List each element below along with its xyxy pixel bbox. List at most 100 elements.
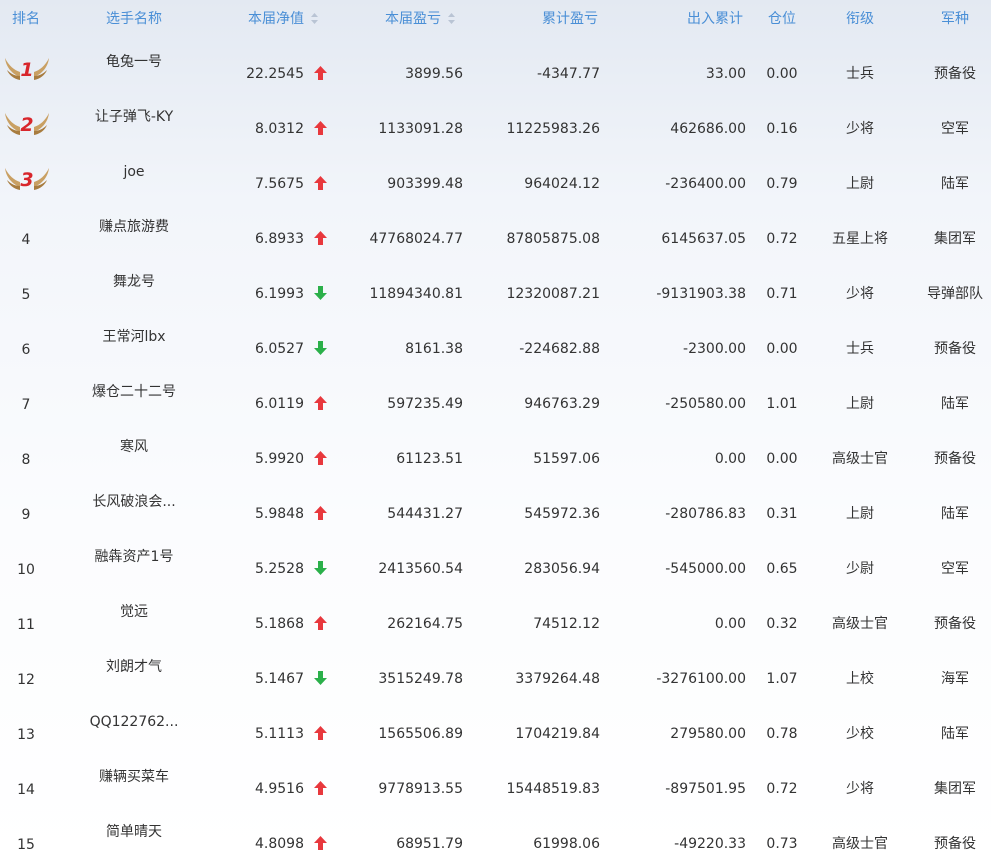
player-name[interactable]: joe [123,163,144,181]
flow-value: -897501.95 [665,781,746,797]
column-header-rank[interactable]: 排名 [12,10,40,28]
player-name[interactable]: 寒风 [120,438,148,456]
rank-number: 14 [17,782,35,798]
player-name[interactable]: 龟兔一号 [106,53,162,71]
level-value: 上尉 [846,176,874,192]
table-row[interactable]: 5 舞龙号 6.1993 11894340.81 12320087.21 -9131903… [0,262,991,317]
level-value: 高级士官 [832,616,888,632]
level-value: 少尉 [846,561,874,577]
arrow-down-icon [314,671,327,685]
level-value: 上尉 [846,396,874,412]
player-name[interactable]: 赚辆买菜车 [99,768,169,786]
position-value: 0.79 [766,176,798,192]
total-profit-value: 12320087.21 [506,286,600,302]
column-header-profit-label: 本届盈亏 [385,11,441,27]
branch-value: 预备役 [934,836,976,852]
total-profit-value: 61998.06 [533,836,600,852]
net-value: 6.1993 [255,286,304,302]
position-value: 0.00 [766,66,798,82]
player-name[interactable]: 王常河lbx [102,328,165,346]
column-header-net-value-label: 本届净值 [248,11,304,27]
rank-number: 6 [21,342,31,358]
player-name[interactable]: 觉远 [120,603,148,621]
arrow-up-icon [314,176,327,190]
flow-value: -250580.00 [665,396,746,412]
net-value: 5.2528 [255,561,304,577]
position-value: 0.00 [766,341,798,357]
column-header-flow[interactable]: 出入累计 [687,10,743,28]
net-value: 5.9848 [255,506,304,522]
total-profit-value: 964024.12 [524,176,600,192]
player-name[interactable]: QQ122762... [90,713,179,731]
total-profit-value: -224682.88 [519,341,600,357]
position-value: 0.78 [766,726,798,742]
sort-updown-icon[interactable] [448,13,455,24]
position-value: 0.32 [766,616,798,632]
table-row[interactable]: 10 融犇资产1号 5.2528 2413560.54 283056.94 -545000… [0,537,991,592]
level-value: 高级士官 [832,836,888,852]
rank-medal-icon: 3 [4,165,50,193]
total-profit-value: 1704219.84 [515,726,600,742]
player-name[interactable]: 融犇资产1号 [95,548,174,566]
table-row[interactable]: 11 觉远 5.1868 262164.75 74512.12 0.00 0.32 高级士官 预… [0,592,991,647]
table-row[interactable]: 7 爆仓二十二号 6.0119 597235.49 946763.29 -250580.0… [0,372,991,427]
rank-number: 13 [17,727,35,743]
arrow-down-icon [314,341,327,355]
net-value: 4.8098 [255,836,304,852]
column-header-branch[interactable]: 军种 [941,10,969,28]
player-name[interactable]: 爆仓二十二号 [92,383,176,401]
profit-value: 544431.27 [387,506,463,522]
table-row[interactable]: 3 joe 7.5675 903399.48 964024.12 -236400.00 0.… [0,152,991,207]
flow-value: -545000.00 [665,561,746,577]
column-header-level[interactable]: 衔级 [846,10,874,28]
position-value: 1.07 [766,671,798,687]
total-profit-value: 87805875.08 [506,231,600,247]
net-value: 6.0527 [255,341,304,357]
player-name[interactable]: 舞龙号 [113,273,155,291]
level-value: 少将 [846,781,874,797]
branch-value: 预备役 [934,66,976,82]
total-profit-value: 51597.06 [533,451,600,467]
player-name[interactable]: 简单晴天 [106,823,162,841]
table-row[interactable]: 13 QQ122762... 5.1113 1565506.89 1704219.84 2… [0,702,991,757]
table-row[interactable]: 1 龟兔一号 22.2545 3899.56 -4347.77 33.00 0.00 士兵 预备… [0,42,991,97]
total-profit-value: 946763.29 [524,396,600,412]
rank-number: 8 [21,452,31,468]
rank-number: 9 [21,507,31,523]
branch-value: 导弹部队 [927,286,983,302]
flow-value: -236400.00 [665,176,746,192]
table-header: 排名 选手名称 本届净值 本届盈亏 累计盈亏 出入累计 仓位 衔级 军种 [0,0,991,38]
total-profit-value: 11225983.26 [506,121,600,137]
column-header-name[interactable]: 选手名称 [106,10,162,28]
player-name[interactable]: 让子弹飞-KY [95,108,173,126]
position-value: 0.00 [766,451,798,467]
column-header-profit[interactable]: 本届盈亏 [385,10,455,28]
player-name[interactable]: 赚点旅游费 [99,218,169,236]
net-value: 4.9516 [255,781,304,797]
column-header-total-profit[interactable]: 累计盈亏 [542,10,598,28]
table-row[interactable]: 8 寒风 5.9920 61123.51 51597.06 0.00 0.00 高级士官 预备役 [0,427,991,482]
level-value: 少校 [846,726,874,742]
position-value: 0.73 [766,836,798,852]
table-row[interactable]: 2 让子弹飞-KY 8.0312 1133091.28 11225983.26 46268… [0,97,991,152]
table-row[interactable]: 4 赚点旅游费 6.8933 47768024.77 87805875.08 614563… [0,207,991,262]
player-name[interactable]: 长风破浪会... [92,493,175,511]
table-row[interactable]: 15 简单晴天 4.8098 68951.79 61998.06 -49220.33 0.7… [0,812,991,859]
position-value: 0.72 [766,781,798,797]
rank-number: 2 [20,114,33,136]
player-name[interactable]: 刘朗才气 [106,658,162,676]
level-value: 五星上将 [832,231,888,247]
column-header-net-value[interactable]: 本届净值 [248,10,318,28]
table-row[interactable]: 12 刘朗才气 5.1467 3515249.78 3379264.48 -3276100… [0,647,991,702]
sort-updown-icon[interactable] [311,13,318,24]
profit-value: 1565506.89 [378,726,463,742]
table-row[interactable]: 9 长风破浪会... 5.9848 544431.27 545972.36 -280786… [0,482,991,537]
arrow-up-icon [314,836,327,850]
rank-medal-icon: 1 [4,55,50,83]
column-header-position[interactable]: 仓位 [768,10,796,28]
net-value: 5.1868 [255,616,304,632]
position-value: 0.16 [766,121,798,137]
table-row[interactable]: 14 赚辆买菜车 4.9516 9778913.55 15448519.83 -89750… [0,757,991,812]
branch-value: 预备役 [934,451,976,467]
table-row[interactable]: 6 王常河lbx 6.0527 8161.38 -224682.88 -2300.00 0.… [0,317,991,372]
